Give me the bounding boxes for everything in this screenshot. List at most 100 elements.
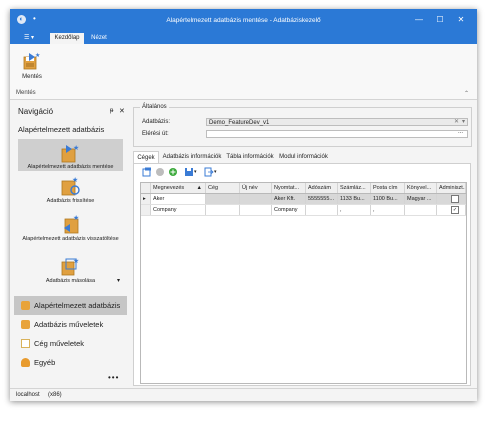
tab-cegek[interactable]: Cégek xyxy=(133,151,159,163)
table-cell[interactable] xyxy=(405,205,437,215)
window-title: Alapértelmezett adatbázis mentése - Adat… xyxy=(166,17,321,24)
column-header[interactable]: Adminiszt... xyxy=(437,183,466,193)
column-header[interactable]: Nyomtat... xyxy=(272,183,306,193)
admin-checkbox[interactable] xyxy=(451,195,459,203)
table-cell[interactable] xyxy=(206,194,240,204)
info-tabs: Cégek Adatbázis információk Tábla inform… xyxy=(133,151,471,163)
column-header[interactable]: Új név xyxy=(240,183,272,193)
table-cell[interactable]: ✓ xyxy=(437,205,466,215)
table-cell[interactable]: 1100 Bu... xyxy=(371,194,405,204)
table-cell[interactable]: Company xyxy=(272,205,306,215)
tab-tabla-informaciok[interactable]: Tábla információk xyxy=(225,151,275,163)
export-icon[interactable] xyxy=(204,167,214,177)
save-button[interactable]: ★ Mentés xyxy=(18,49,46,83)
nav-item-database-copy[interactable]: ★ Adatbázis másolása xyxy=(18,253,123,287)
database-refresh-icon: ★ xyxy=(61,176,80,196)
add-icon[interactable] xyxy=(168,167,178,177)
table-row[interactable]: ▸ Aker Aker Kft. 5555555... 1133 Bu... 1… xyxy=(141,194,466,205)
table-cell[interactable] xyxy=(306,205,338,215)
nav-category-label: Alapértelmezett adatbázis xyxy=(34,301,121,310)
table-cell[interactable]: Company xyxy=(151,205,206,215)
table-cell[interactable] xyxy=(240,194,272,204)
database-select[interactable]: Demo_FeatureDev_v1 xyxy=(206,118,468,126)
column-header[interactable]: Posta cím xyxy=(371,183,405,193)
table-cell[interactable]: 1133 Bu... xyxy=(338,194,371,204)
column-header-label: Megnevezés xyxy=(153,185,185,191)
clear-icon[interactable]: ✕ xyxy=(454,118,459,125)
table-cell[interactable]: 5555555... xyxy=(306,194,338,204)
nav-category-default-database[interactable]: Alapértelmezett adatbázis xyxy=(14,296,127,315)
close-button[interactable]: ✕ xyxy=(454,13,468,27)
nav-item-database-refresh[interactable]: ★ Adatbázis frissítése xyxy=(18,173,123,205)
app-window: ◐ • Alapértelmezett adatbázis mentése - … xyxy=(10,9,477,401)
nav-category-company-operations[interactable]: Cég műveletek xyxy=(14,334,127,353)
table-cell[interactable]: Aker xyxy=(151,194,206,204)
tab-kezdolap[interactable]: Kezdőlap xyxy=(50,33,84,44)
table-cell[interactable] xyxy=(206,205,240,215)
column-header[interactable]: Megnevezés ▲ xyxy=(151,183,206,193)
browse-button[interactable]: ... xyxy=(458,129,463,135)
table-cell[interactable] xyxy=(437,194,466,204)
table-cell[interactable]: Magyar ... xyxy=(405,194,437,204)
status-bar: localhost (x86) xyxy=(10,388,477,401)
tab-adatbazis-informaciok[interactable]: Adatbázis információk xyxy=(160,151,224,163)
column-header[interactable]: Számláz... xyxy=(338,183,371,193)
file-menu-button[interactable]: ☰ ▾ xyxy=(14,34,44,43)
companies-panel: ▾ ▾ Megnevezés ▲ Cég Új név Nyomtat... A… xyxy=(133,163,471,386)
scroll-down-icon[interactable]: ▾ xyxy=(117,277,120,284)
table-cell[interactable]: Aker Kft. xyxy=(272,194,306,204)
navigation-header: Navigáció xyxy=(18,107,54,116)
pin-icon[interactable]: ᵽ xyxy=(110,108,113,114)
company-icon xyxy=(21,339,30,348)
ribbon-tab-bar: ☰ ▾ Kezdőlap Nézet xyxy=(10,33,477,44)
minimize-button[interactable]: — xyxy=(412,13,426,27)
sort-icon: ▲ xyxy=(196,185,202,191)
delete-icon[interactable] xyxy=(155,167,165,177)
nav-category-other[interactable]: Egyéb xyxy=(14,353,127,372)
column-header[interactable]: Könyvel... xyxy=(405,183,437,193)
nav-item-database-restore[interactable]: ★ Alapértelmezett adatbázis visszatöltés… xyxy=(18,211,123,251)
main-panel: Általános Adatbázis: Demo_FeatureDev_v1 … xyxy=(131,101,473,386)
nav-category-database-operations[interactable]: Adatbázis műveletek xyxy=(14,315,127,334)
general-group-label: Általános xyxy=(140,104,169,110)
nav-item-label: Adatbázis másolása xyxy=(45,278,96,284)
save-button-label: Mentés xyxy=(22,74,42,80)
export-dropdown-icon[interactable]: ▾ xyxy=(214,167,224,177)
database-ops-icon xyxy=(21,320,30,329)
overflow-menu-icon[interactable]: ••• xyxy=(108,373,119,382)
nav-category-label: Adatbázis műveletek xyxy=(34,320,104,329)
svg-text:★: ★ xyxy=(73,257,79,265)
person-icon xyxy=(21,358,30,367)
database-copy-icon: ★ xyxy=(61,257,79,276)
save-grid-dropdown-icon[interactable]: ▾ xyxy=(194,167,204,177)
maximize-button[interactable]: ☐ xyxy=(433,13,447,27)
table-cell[interactable]: , xyxy=(371,205,405,215)
table-cell[interactable] xyxy=(240,205,272,215)
nav-category-label: Cég műveletek xyxy=(34,339,85,348)
title-bar: ◐ • Alapértelmezett adatbázis mentése - … xyxy=(10,9,477,33)
svg-text:★: ★ xyxy=(72,176,78,184)
path-input[interactable] xyxy=(206,130,468,138)
column-header[interactable]: Adószám xyxy=(306,183,338,193)
nav-item-label: Adatbázis frissítése xyxy=(46,198,95,204)
row-indicator: ▸ xyxy=(141,194,151,204)
tab-nezet[interactable]: Nézet xyxy=(86,33,112,44)
svg-text:★: ★ xyxy=(73,214,79,222)
table-cell[interactable]: , xyxy=(338,205,371,215)
nav-item-database-save[interactable]: ★ Alapértelmezett adatbázis mentése xyxy=(18,139,123,171)
nav-item-label: Alapértelmezett adatbázis mentése xyxy=(27,164,114,170)
navigation-close-icon[interactable]: ✕ xyxy=(119,107,125,115)
database-restore-icon: ★ xyxy=(64,214,79,234)
status-server: localhost xyxy=(16,392,40,398)
ribbon-collapse-icon[interactable]: ⌃ xyxy=(464,90,469,97)
table-row[interactable]: Company Company , , ✓ xyxy=(141,205,466,216)
column-header[interactable]: Cég xyxy=(206,183,240,193)
save-icon: ★ xyxy=(23,52,40,70)
navigation-section-title: Alapértelmezett adatbázis xyxy=(18,125,105,134)
tab-modul-informaciok[interactable]: Modul információk xyxy=(276,151,331,163)
new-record-icon[interactable] xyxy=(142,167,152,177)
companies-grid: Megnevezés ▲ Cég Új név Nyomtat... Adósz… xyxy=(140,182,467,384)
admin-checkbox[interactable]: ✓ xyxy=(451,206,459,214)
chevron-down-icon[interactable]: ▾ xyxy=(462,118,465,125)
save-grid-icon[interactable] xyxy=(184,167,194,177)
